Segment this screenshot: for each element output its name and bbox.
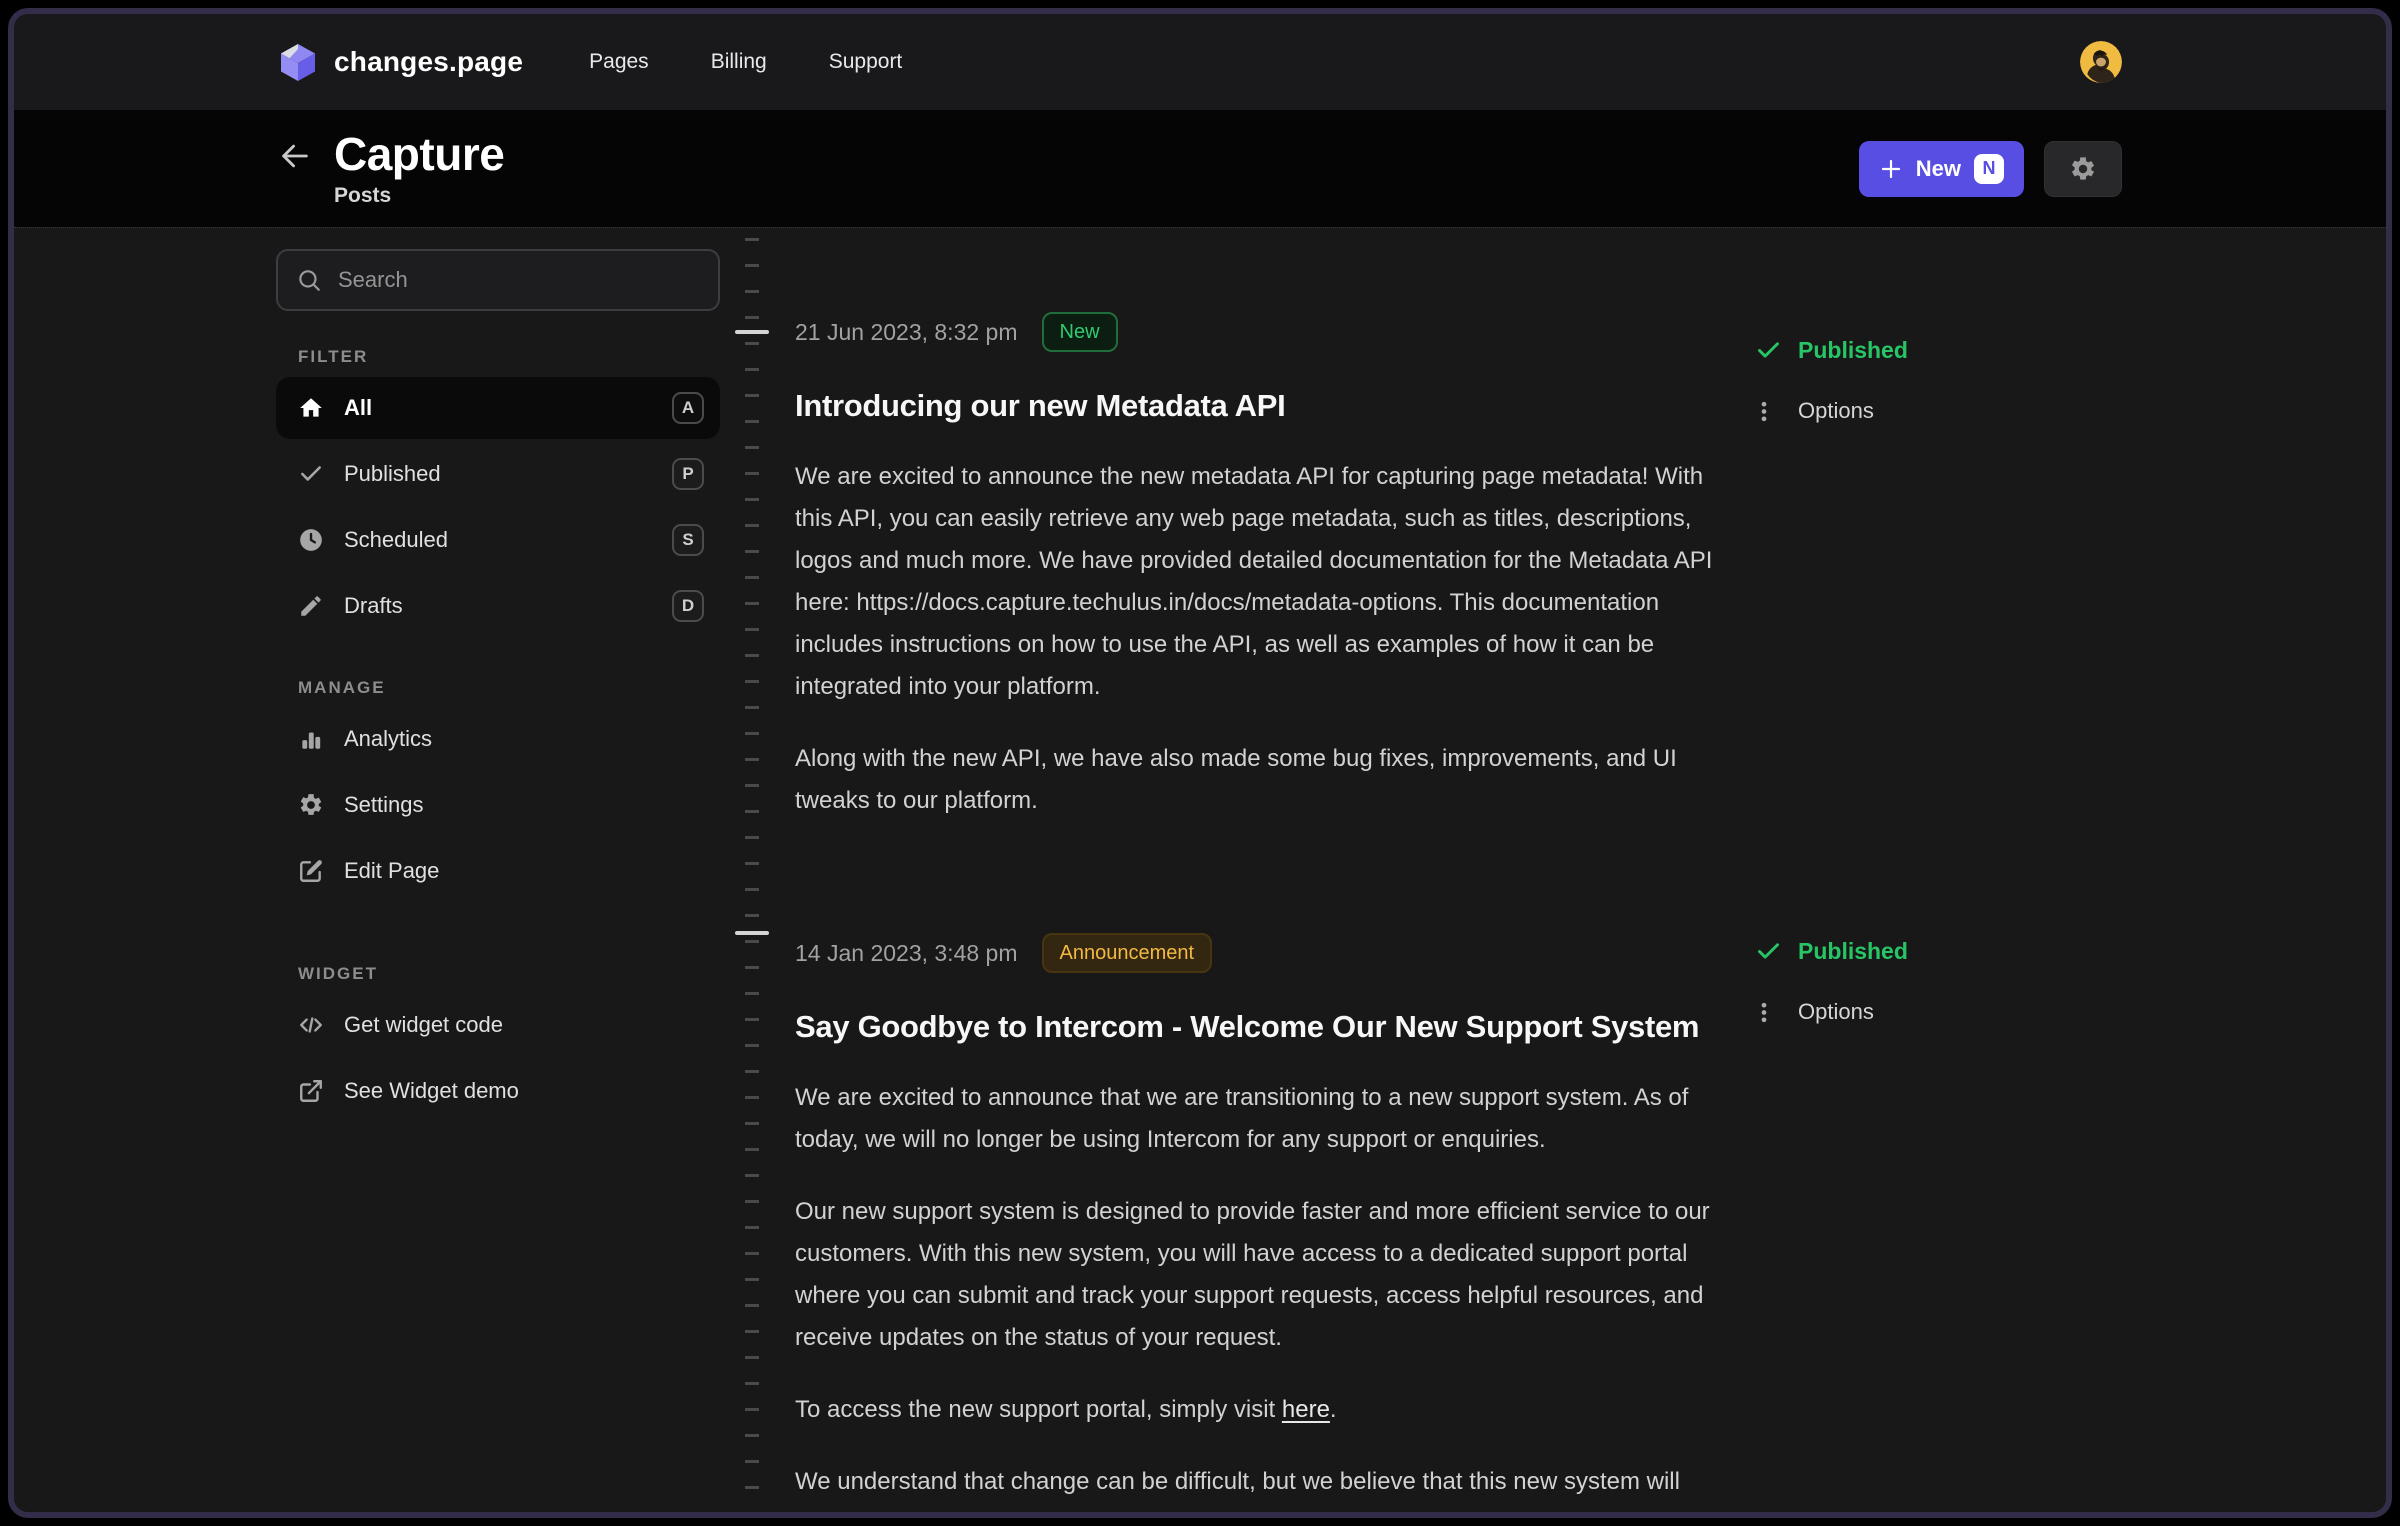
sidebar-item-get-widget-code[interactable]: Get widget code (276, 994, 720, 1056)
post-title[interactable]: Introducing our new Metadata API (795, 386, 2386, 426)
home-icon (298, 395, 324, 421)
page-header: Capture Posts New N (14, 110, 2386, 227)
sidebar-item-label: See Widget demo (344, 1078, 519, 1104)
support-portal-link[interactable]: here (1282, 1396, 1330, 1423)
post-meta: 14 Jan 2023, 3:48 pm Announcement (795, 933, 2386, 973)
page-subtitle: Posts (334, 184, 504, 208)
app-root: changes.page Pages Billing Support (0, 0, 2400, 1526)
nav-links: Pages Billing Support (589, 50, 902, 74)
sidebar-item-analytics[interactable]: Analytics (276, 708, 720, 770)
sidebar-item-label: Published (344, 461, 441, 487)
posts-feed: 21 Jun 2023, 8:32 pm New Introducing our… (795, 228, 2386, 1512)
sidebar-item-see-widget-demo[interactable]: See Widget demo (276, 1060, 720, 1122)
bar-chart-icon (298, 726, 324, 752)
post-item: 21 Jun 2023, 8:32 pm New Introducing our… (795, 312, 2386, 822)
options-label: Options (1798, 398, 1874, 424)
nav-link-pages[interactable]: Pages (589, 50, 649, 74)
post-meta: 21 Jun 2023, 8:32 pm New (795, 312, 2386, 352)
published-status: Published (1755, 330, 2015, 370)
post-paragraph: Our new support system is designed to pr… (795, 1191, 1727, 1359)
dots-vertical-icon (1755, 398, 1782, 425)
code-icon (298, 1012, 324, 1038)
sidebar-item-label: Analytics (344, 726, 432, 752)
shortcut-badge-n: N (1974, 154, 2004, 184)
sidebar-item-drafts[interactable]: Drafts D (276, 575, 720, 637)
external-link-icon (298, 1078, 324, 1104)
timeline-ruler (745, 238, 759, 1512)
sidebar-item-published[interactable]: Published P (276, 443, 720, 505)
sidebar-item-scheduled[interactable]: Scheduled S (276, 509, 720, 571)
top-nav: changes.page Pages Billing Support (14, 14, 2386, 110)
published-status: Published (1755, 931, 2015, 971)
nav-link-support[interactable]: Support (829, 50, 903, 74)
post-paragraph: Along with the new API, we have also mad… (795, 738, 1727, 822)
sidebar-item-label: Get widget code (344, 1012, 503, 1038)
post-paragraph: We are excited to announce that we are t… (795, 1077, 1727, 1161)
post-options-button[interactable]: Options (1755, 391, 2015, 431)
sidebar-item-settings[interactable]: Settings (276, 774, 720, 836)
sidebar-item-label: All (344, 395, 372, 421)
sidebar-item-label: Scheduled (344, 527, 448, 553)
search-icon (296, 267, 322, 293)
clock-icon (298, 527, 324, 553)
search-input[interactable] (336, 266, 700, 294)
brand-logo[interactable]: changes.page (278, 42, 523, 82)
sidebar-item-label: Settings (344, 792, 424, 818)
post-tag-badge: Announcement (1042, 933, 1213, 973)
page-title: Capture (334, 129, 504, 179)
pencil-icon (298, 593, 324, 619)
sidebar-item-label: Drafts (344, 593, 403, 619)
options-label: Options (1798, 999, 1874, 1025)
post-tag-badge: New (1042, 312, 1118, 352)
check-icon (298, 461, 324, 487)
section-label-filter: FILTER (298, 347, 720, 367)
section-label-widget: WIDGET (298, 964, 720, 984)
post-paragraph: We are excited to announce the new metad… (795, 456, 1727, 708)
post-status-column: Published Options (1755, 330, 2015, 452)
post-options-button[interactable]: Options (1755, 992, 2015, 1032)
published-label: Published (1798, 938, 1908, 965)
search-box[interactable] (276, 249, 720, 311)
header-actions: New N (1859, 141, 2122, 197)
sidebar-item-all[interactable]: All A (276, 377, 720, 439)
sidebar: FILTER All A Published P (276, 249, 720, 1126)
back-arrow-icon[interactable] (278, 139, 312, 173)
post-paragraph: We understand that change can be difficu… (795, 1461, 1727, 1518)
nav-link-billing[interactable]: Billing (711, 50, 767, 74)
gear-icon (2069, 155, 2097, 183)
shortcut-badge-a: A (672, 392, 704, 424)
shortcut-badge-d: D (672, 590, 704, 622)
cube-logo-icon (278, 42, 318, 82)
shortcut-badge-p: P (672, 458, 704, 490)
user-avatar[interactable] (2080, 41, 2122, 83)
new-button-label: New (1916, 156, 1961, 182)
check-icon (1755, 337, 1782, 364)
shortcut-badge-s: S (672, 524, 704, 556)
published-label: Published (1798, 337, 1908, 364)
post-status-column: Published Options (1755, 931, 2015, 1053)
edit-square-icon (298, 858, 324, 884)
gear-icon (298, 792, 324, 818)
page-settings-button[interactable] (2044, 141, 2122, 197)
post-date: 14 Jan 2023, 3:48 pm (795, 940, 1018, 967)
post-item: 14 Jan 2023, 3:48 pm Announcement Say Go… (795, 933, 2386, 1518)
content-area: FILTER All A Published P (14, 227, 2386, 1512)
timeline-tick (735, 931, 769, 935)
brand-name: changes.page (334, 46, 523, 78)
sidebar-item-edit-page[interactable]: Edit Page (276, 840, 720, 902)
post-title[interactable]: Say Goodbye to Intercom - Welcome Our Ne… (795, 1007, 2386, 1047)
app-window: changes.page Pages Billing Support (8, 8, 2392, 1518)
check-icon (1755, 938, 1782, 965)
post-date: 21 Jun 2023, 8:32 pm (795, 319, 1018, 346)
dots-vertical-icon (1755, 999, 1782, 1026)
sidebar-item-label: Edit Page (344, 858, 439, 884)
plus-icon (1879, 157, 1903, 181)
timeline-tick (735, 330, 769, 334)
section-label-manage: MANAGE (298, 678, 720, 698)
post-paragraph: To access the new support portal, simply… (795, 1389, 1727, 1431)
title-group: Capture Posts (334, 129, 504, 208)
new-post-button[interactable]: New N (1859, 141, 2024, 197)
